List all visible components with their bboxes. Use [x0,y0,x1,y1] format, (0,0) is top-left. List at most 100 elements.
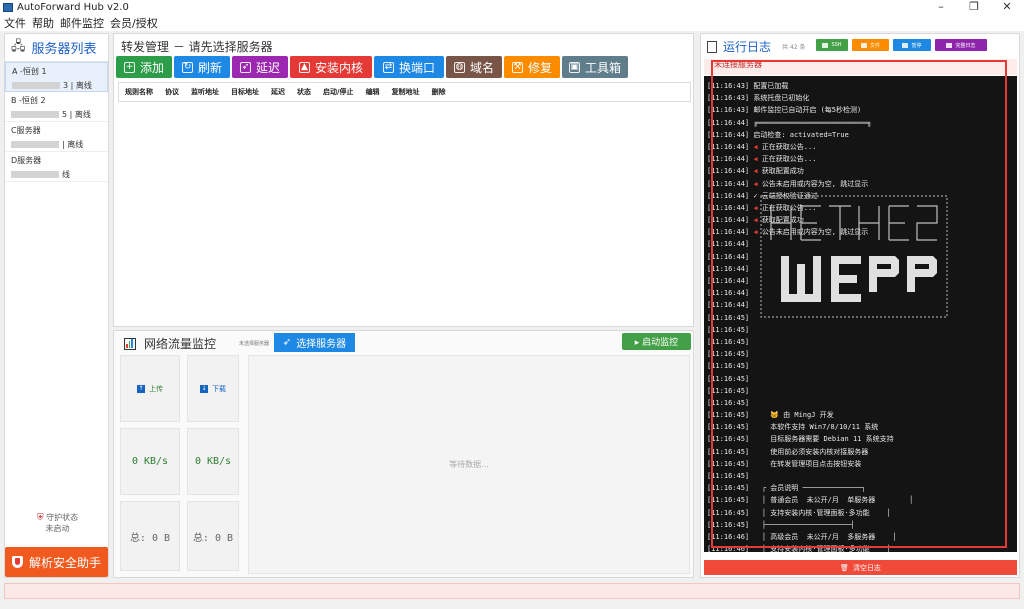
rules-table-body [118,102,691,324]
security-assistant-label: 解析安全助手 [28,555,101,570]
redacted-ip [11,141,59,148]
server-name: B -恒创 2 [11,96,46,105]
pause-icon [902,42,909,48]
col-edit[interactable]: 编辑 [366,87,380,97]
download-label: 下载 [212,384,226,393]
download-card: ↓ 下载 [187,355,239,422]
globe-icon: ◍ [453,61,465,73]
repair-label: 修复 [527,60,552,75]
col-delete[interactable]: 删除 [432,87,446,97]
traffic-chart-placeholder: 等待数据... [248,355,690,574]
server-status: | 离线 [62,140,84,149]
toolbox-label: 工具箱 [584,60,621,75]
forward-management-panel: 转发管理 － 请先选择服务器 + 添加 ↻ 刷新 ➶ 延迟 ▲ 安装内核 ⇄ 换端口 ◍ 域… [113,33,694,327]
refresh-label: 刷新 [197,60,222,75]
server-item[interactable]: D服务器 线 [5,152,108,182]
domain-button[interactable]: ◍ 域名 [446,56,502,78]
ssh-label: SSH [831,42,842,48]
col-copy-address[interactable]: 复制地址 [392,87,420,97]
server-name: C服务器 [11,126,41,135]
guard-label: 守护状态 [46,513,79,522]
pause-button[interactable]: 暂停 [893,39,931,51]
add-button[interactable]: + 添加 [116,56,172,78]
download-icon: ↓ [200,384,208,393]
toolbox-button[interactable]: ▣ 工具箱 [562,56,628,78]
plus-icon: + [123,61,135,73]
latency-button[interactable]: ➶ 延迟 [232,56,288,78]
folder-icon [860,42,867,48]
add-label: 添加 [139,60,164,75]
redacted-ip [12,82,60,89]
server-list-title: 服务器列表 [31,42,97,57]
menu-mail-monitor[interactable]: 邮件监控 [60,15,104,31]
menu-membership[interactable]: 会员/授权 [110,15,158,31]
files-button[interactable]: 文件 [852,39,889,51]
swap-icon: ⇄ [382,61,394,73]
select-server-label: 选择服务器 [296,339,347,350]
server-name: A -恒创 1 [12,67,47,76]
rules-table-header: 规则名称 协议 监听地址 目标地址 延迟 状态 启动/停止 编辑 复制地址 删除 [118,82,691,102]
title-bar: AutoForward Hub v2.0 – ❐ ✕ [0,0,1024,15]
menu-bar: 文件 帮助 邮件监控 会员/授权 [0,15,1024,31]
monitor-header: 网络流量监控 [124,335,216,352]
server-status: 线 [62,170,70,179]
clear-log-button[interactable]: 🗑 清空日志 [704,560,1017,575]
clear-log-label: 清空日志 [852,563,881,572]
upload-total: 总: 0 B [120,501,180,571]
menu-help[interactable]: 帮助 [32,15,54,31]
forward-toolbar: + 添加 ↻ 刷新 ➶ 延迟 ▲ 安装内核 ⇄ 换端口 ◍ 域名 ⚒ 修复 ▣ 工具箱 [116,56,630,78]
minimize-button[interactable]: – [925,0,957,15]
refresh-button[interactable]: ↻ 刷新 [174,56,230,78]
server-item[interactable]: C服务器 | 离线 [5,122,108,152]
wrench-icon: ⚒ [511,61,523,73]
install-kernel-button[interactable]: ▲ 安装内核 [290,56,372,78]
refresh-icon: ↻ [181,61,193,73]
rocket-icon: ➶ [282,337,292,348]
menu-file[interactable]: 文件 [4,15,26,31]
server-icon: 🖧 [11,38,26,54]
change-port-button[interactable]: ⇄ 换端口 [374,56,444,78]
col-start-stop[interactable]: 启动/停止 [323,87,354,97]
col-latency[interactable]: 延迟 [271,87,285,97]
upload-label: 上传 [149,384,163,393]
col-rule-name[interactable]: 规则名称 [125,87,153,97]
upload-card: ↑ 上传 [120,355,180,422]
traffic-monitor-panel: 网络流量监控 未选择服务器 ➶ 选择服务器 ▸ 启动监控 ↑ 上传 ↓ 下载 0 KB… [113,330,694,578]
ssh-button[interactable]: SSH [816,39,848,51]
server-item[interactable]: A -恒创 1 3 | 离线 [5,62,108,92]
server-item[interactable]: B -恒创 2 5 | 离线 [5,92,108,122]
highlight-box [711,60,1007,548]
server-name: D服务器 [11,156,42,165]
repair-button[interactable]: ⚒ 修复 [504,56,560,78]
domain-label: 域名 [469,60,494,75]
log-icon [946,42,953,48]
col-protocol[interactable]: 协议 [165,87,179,97]
close-button[interactable]: ✕ [991,0,1023,15]
rocket-icon: ➶ [239,61,251,73]
files-label: 文件 [869,42,880,49]
redacted-ip [11,111,59,118]
latency-label: 延迟 [255,60,280,75]
col-target-address[interactable]: 目标地址 [231,87,259,97]
upload-speed: 0 KB/s [120,428,180,495]
full-log-button[interactable]: 完整日志 [935,39,987,51]
security-assistant-button[interactable]: 解析安全助手 [5,547,108,577]
log-panel: 运行日志 共 42 条 SSH 文件 暂停 完整日志 未连接服务器 [11:16… [700,33,1020,578]
start-monitor-button[interactable]: ▸ 启动监控 [622,333,691,350]
server-list-header: 🖧 服务器列表 [5,34,108,62]
terminal-icon [822,42,829,48]
document-icon [707,40,717,53]
maximize-button[interactable]: ❐ [958,0,990,15]
redacted-ip [11,171,59,178]
log-count: 共 42 条 [782,44,806,51]
monitor-status: 未选择服务器 [239,341,270,347]
install-icon: ▲ [298,61,310,73]
col-status[interactable]: 状态 [297,87,311,97]
pause-label: 暂停 [911,42,922,49]
status-bar [4,583,1020,599]
col-listen-address[interactable]: 监听地址 [191,87,219,97]
guard-status: ⛨ 守护状态 未启动 [5,512,110,534]
install-kernel-label: 安装内核 [314,60,363,75]
select-server-button[interactable]: ➶ 选择服务器 [274,333,355,352]
full-log-label: 完整日志 [955,42,976,49]
